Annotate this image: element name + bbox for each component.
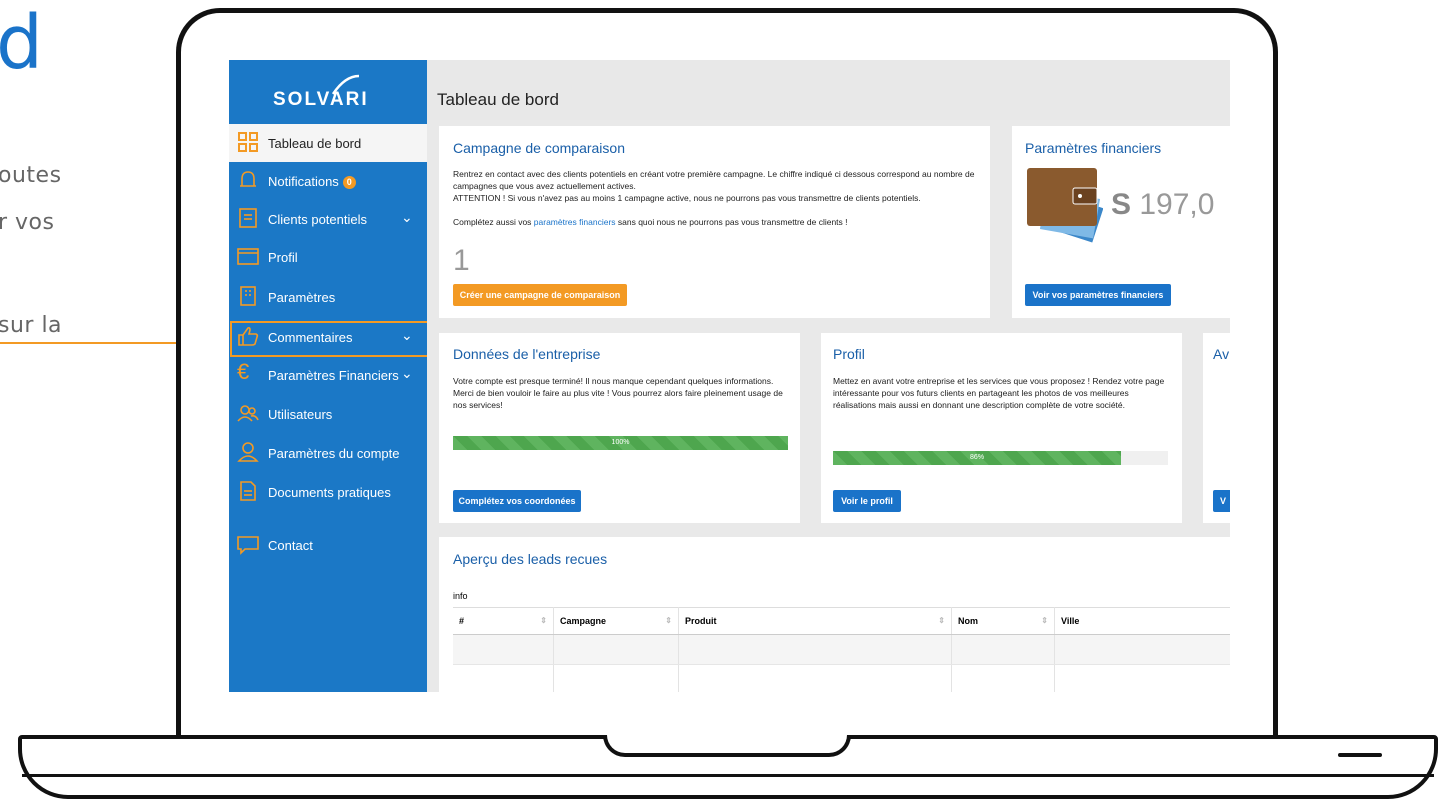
sidebar-item-parametres[interactable]: Paramètres <box>229 278 427 316</box>
sidebar-item-label: Profil <box>268 250 298 265</box>
document-icon <box>240 481 256 501</box>
leads-title: Aperçu des leads recues <box>453 551 608 567</box>
users-icon <box>237 405 259 422</box>
sidebar: SOLVARI Tableau de bord Notifications 0 C… <box>229 60 427 692</box>
sort-icon: ⇕ <box>665 616 672 625</box>
text-fragment-1: outes <box>0 163 62 188</box>
sidebar-item-label: Notifications 0 <box>268 174 356 189</box>
leads-info-label: info <box>453 591 468 601</box>
sidebar-item-profil[interactable]: Profil <box>229 238 427 276</box>
campaign-count: 1 <box>453 244 470 277</box>
sidebar-item-label: Clients potentiels <box>268 212 367 227</box>
table-row <box>453 664 1230 692</box>
finance-card: Paramètres financiers S 197,0 Voir vos p… <box>1012 126 1230 318</box>
sidebar-item-label: Tableau de bord <box>268 136 362 151</box>
finance-title: Paramètres financiers <box>1025 140 1162 156</box>
sort-icon: ⇕ <box>938 616 945 625</box>
heading-fragment: d <box>0 0 43 86</box>
campaign-description: Rentrez en contact avec des clients pote… <box>453 169 975 227</box>
leads-table: # ⇕ Campagne ⇕ Produit ⇕ Nom ⇕ Ville <box>453 607 1230 692</box>
campaign-title: Campagne de comparaison <box>453 140 625 156</box>
building-icon <box>240 286 256 306</box>
profile-card: Profil Mettez en avant votre entreprise … <box>821 333 1182 523</box>
column-header[interactable]: Nom ⇕ <box>951 607 1055 635</box>
chat-icon <box>237 536 259 555</box>
sidebar-item-label: Documents pratiques <box>268 485 391 500</box>
column-header[interactable]: # ⇕ <box>453 607 554 635</box>
profile-description: Mettez en avant votre entreprise et les … <box>833 376 1165 410</box>
logo-text: SOLVARI <box>273 89 369 110</box>
create-campaign-button[interactable]: Créer une campagne de comparaison <box>453 284 627 306</box>
main-content: Tableau de bord Campagne de comparaison … <box>427 60 1230 692</box>
sort-icon: ⇕ <box>540 616 547 625</box>
sidebar-item-label: Utilisateurs <box>268 407 333 422</box>
text-fragment-2: r vos <box>0 210 55 235</box>
column-header[interactable]: Campagne ⇕ <box>553 607 679 635</box>
laptop-notch <box>603 735 851 757</box>
balance-amount: S 197,0 <box>1111 188 1215 221</box>
sort-icon: ⇕ <box>1041 616 1048 625</box>
highlight-box <box>230 321 432 357</box>
chevron-down-icon[interactable]: ⌄ <box>401 209 413 226</box>
laptop-indicator <box>1338 753 1382 757</box>
sidebar-item-parametres-financiers[interactable]: € Paramètres Financiers ⌄ <box>229 356 427 394</box>
sidebar-item-clients-potentiels[interactable]: Clients potentiels ⌄ <box>229 200 427 238</box>
sidebar-item-label: Contact <box>268 538 313 553</box>
profile-title: Profil <box>833 346 865 362</box>
view-profile-button[interactable]: Voir le profil <box>833 490 901 512</box>
sidebar-item-utilisateurs[interactable]: Utilisateurs <box>229 395 427 433</box>
wallet-icon <box>1025 164 1104 244</box>
company-description: Votre compte est presque terminé! Il nou… <box>453 376 783 410</box>
profile-progress-bar: 86% <box>833 451 1168 465</box>
view-financial-settings-button[interactable]: Voir vos paramètres financiers <box>1025 284 1171 306</box>
sidebar-item-documents-pratiques[interactable]: Documents pratiques <box>229 473 427 511</box>
sidebar-item-tableau-de-bord[interactable]: Tableau de bord <box>229 124 427 162</box>
topbar: Tableau de bord <box>427 60 1230 120</box>
grid-icon <box>238 132 258 152</box>
user-icon <box>237 442 259 462</box>
complete-details-button[interactable]: Complétez vos coordonées <box>453 490 581 512</box>
sidebar-item-label: Paramètres du compte <box>268 446 400 461</box>
list-icon <box>239 208 257 228</box>
sidebar-item-parametres-du-compte[interactable]: Paramètres du compte <box>229 434 427 472</box>
column-header[interactable]: Ville <box>1054 607 1230 635</box>
chevron-down-icon[interactable]: ⌄ <box>401 365 413 382</box>
sidebar-item-label: Paramètres <box>268 290 336 305</box>
company-card: Données de l'entreprise Votre compte est… <box>439 333 800 523</box>
profile-progress-fill: 86% <box>833 451 1122 465</box>
euro-icon: € <box>237 359 250 384</box>
third-card: Av V <box>1203 333 1230 523</box>
notification-badge: 0 <box>342 176 356 189</box>
financial-settings-link[interactable]: paramètres financiers <box>534 217 616 227</box>
page-title: Tableau de bord <box>437 90 559 109</box>
third-card-title: Av <box>1213 346 1230 362</box>
campaign-card: Campagne de comparaison Rentrez en conta… <box>439 126 990 318</box>
screen: SOLVARI Tableau de bord Notifications 0 C… <box>229 60 1230 692</box>
sidebar-item-notifications[interactable]: Notifications 0 <box>229 162 427 200</box>
browser-icon <box>237 248 259 265</box>
leads-card: Aperçu des leads recues info # ⇕ Campagne… <box>439 537 1230 692</box>
third-card-button[interactable]: V <box>1213 490 1230 512</box>
laptop-base-edge <box>22 774 1434 777</box>
company-progress-bar: 100% <box>453 436 788 450</box>
company-title: Données de l'entreprise <box>453 346 601 362</box>
sidebar-item-contact[interactable]: Contact <box>229 526 427 564</box>
bell-icon <box>240 171 256 187</box>
company-progress-fill: 100% <box>453 436 788 450</box>
logo[interactable]: SOLVARI <box>273 74 393 116</box>
sidebar-item-label: Paramètres Financiers <box>268 368 399 383</box>
table-row <box>453 634 1230 665</box>
column-header[interactable]: Produit ⇕ <box>678 607 952 635</box>
